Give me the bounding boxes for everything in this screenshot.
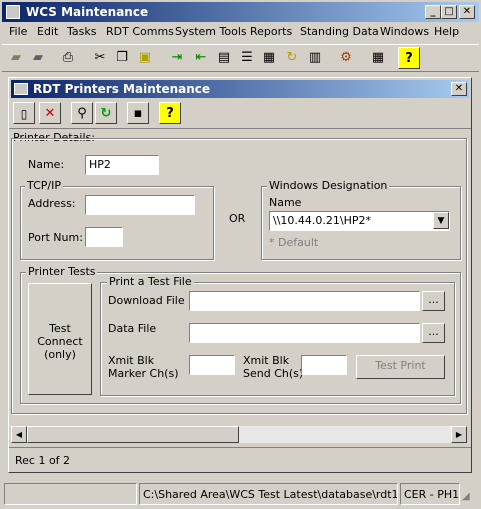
status-panel-empty [4, 483, 137, 505]
refresh-icon[interactable]: ↻ [281, 47, 303, 69]
print-icon[interactable]: ⎙ [57, 47, 79, 69]
status-database-path: C:\Shared Area\WCS Test Latest\database\… [139, 483, 398, 505]
xmit-marker-field[interactable] [189, 355, 235, 375]
minimize-button[interactable]: _ [425, 5, 441, 19]
child-close-button[interactable]: ✕ [451, 82, 467, 96]
delete-icon[interactable]: ✕ [39, 102, 61, 124]
default-note: * Default [269, 236, 319, 249]
maximize-button[interactable]: □ [441, 5, 457, 19]
save-icon[interactable]: ▪ [127, 102, 149, 124]
address-label: Address: [28, 197, 76, 210]
menu-help[interactable]: Help [434, 25, 459, 38]
menu-bar: File Edit Tasks RDT Comms System Tools R… [2, 22, 479, 42]
download-file-field[interactable] [189, 291, 420, 311]
windows-name-label: Name [269, 196, 302, 209]
printer-window-icon [14, 83, 28, 95]
menu-file[interactable]: File [9, 25, 27, 38]
menu-reports[interactable]: Reports [250, 25, 292, 38]
import-icon[interactable]: ⇥ [166, 47, 188, 69]
xmit-send-label: Xmit Blk Send Ch(s) [243, 354, 304, 380]
help-icon[interactable]: ? [398, 47, 420, 69]
open-folder-icon[interactable]: ▰ [5, 47, 27, 69]
xmit-marker-label: Xmit Blk Marker Ch(s) [108, 354, 179, 380]
print-test-file-label: Print a Test File [107, 275, 194, 288]
name-field[interactable]: HP2 [85, 155, 159, 175]
documents-icon[interactable]: ▥ [304, 47, 326, 69]
child-help-icon[interactable]: ? [159, 102, 181, 124]
port-num-label: Port Num: [28, 231, 83, 244]
record-divider [9, 447, 471, 448]
folder-icon[interactable]: ▰ [27, 47, 49, 69]
toolbar-divider [9, 128, 471, 129]
download-file-browse-button[interactable]: ... [422, 291, 445, 311]
chevron-down-icon[interactable]: ▼ [433, 212, 449, 229]
menu-tasks[interactable]: Tasks [67, 25, 96, 38]
address-field[interactable] [85, 195, 195, 215]
app-title: WCS Maintenance [26, 5, 149, 19]
rdt-printers-window: RDT Printers Maintenance ✕ ▯ ✕ ⚲ ↻ ▪ ? P… [8, 77, 472, 473]
copy-icon[interactable]: ❐ [111, 47, 133, 69]
cut-icon[interactable]: ✂ [89, 47, 111, 69]
new-record-icon[interactable]: ▯ [13, 102, 35, 124]
xmit-send-field[interactable] [301, 355, 347, 375]
port-num-field[interactable] [85, 227, 123, 247]
name-label: Name: [28, 158, 65, 171]
child-titlebar: RDT Printers Maintenance ✕ [11, 80, 469, 98]
list-icon[interactable]: ☰ [236, 47, 258, 69]
horizontal-scrollbar[interactable]: ◀ ▶ [11, 426, 467, 443]
printer-tests-label: Printer Tests [26, 265, 98, 278]
test-print-button[interactable]: Test Print [356, 355, 445, 379]
data-file-field[interactable] [189, 323, 420, 343]
menu-standing-data[interactable]: Standing Data [300, 25, 379, 38]
form-icon[interactable]: ▤ [213, 47, 235, 69]
printer-name-value: \\10.44.0.21\HP2* [273, 214, 372, 227]
test-connect-button[interactable]: Test Connect (only) [28, 283, 92, 395]
properties-icon[interactable]: ▦ [258, 47, 280, 69]
data-file-label: Data File [108, 322, 157, 335]
download-file-label: Download File [108, 294, 185, 307]
scroll-left-icon[interactable]: ◀ [11, 426, 27, 443]
windows-designation-label: Windows Designation [267, 179, 390, 192]
paste-icon[interactable]: ▣ [134, 47, 156, 69]
data-file-browse-button[interactable]: ... [422, 323, 445, 343]
or-label: OR [229, 212, 246, 225]
tcpip-label: TCP/IP [25, 179, 63, 192]
menu-rdt-comms[interactable]: RDT Comms [106, 25, 174, 38]
child-title: RDT Printers Maintenance [33, 82, 211, 96]
printer-name-dropdown[interactable]: \\10.44.0.21\HP2* ▼ [269, 211, 450, 231]
app-icon [6, 5, 20, 19]
record-status: Rec 1 of 2 [15, 454, 71, 467]
menu-windows[interactable]: Windows [380, 25, 429, 38]
find-icon[interactable]: ⚲ [71, 102, 93, 124]
scrollbar-thumb[interactable] [27, 426, 239, 443]
menu-edit[interactable]: Edit [37, 25, 58, 38]
app-titlebar: WCS Maintenance _ □ ✕ [2, 2, 479, 22]
status-location: CER - PH1 [400, 483, 460, 505]
menu-system-tools[interactable]: System Tools [175, 25, 247, 38]
close-button[interactable]: ✕ [459, 5, 475, 19]
resize-grip-icon[interactable]: ◢ [462, 490, 476, 504]
refresh-record-icon[interactable]: ↻ [95, 102, 117, 124]
main-toolbar: ▰ ▰ ⎙ ✂ ❐ ▣ ⇥ ⇤ ▤ ☰ ▦ ↻ ▥ ⚙ ▦ ? [2, 44, 479, 72]
export-icon[interactable]: ⇤ [190, 47, 212, 69]
settings-icon[interactable]: ⚙ [335, 47, 357, 69]
scroll-right-icon[interactable]: ▶ [451, 426, 467, 443]
calculator-icon[interactable]: ▦ [367, 47, 389, 69]
